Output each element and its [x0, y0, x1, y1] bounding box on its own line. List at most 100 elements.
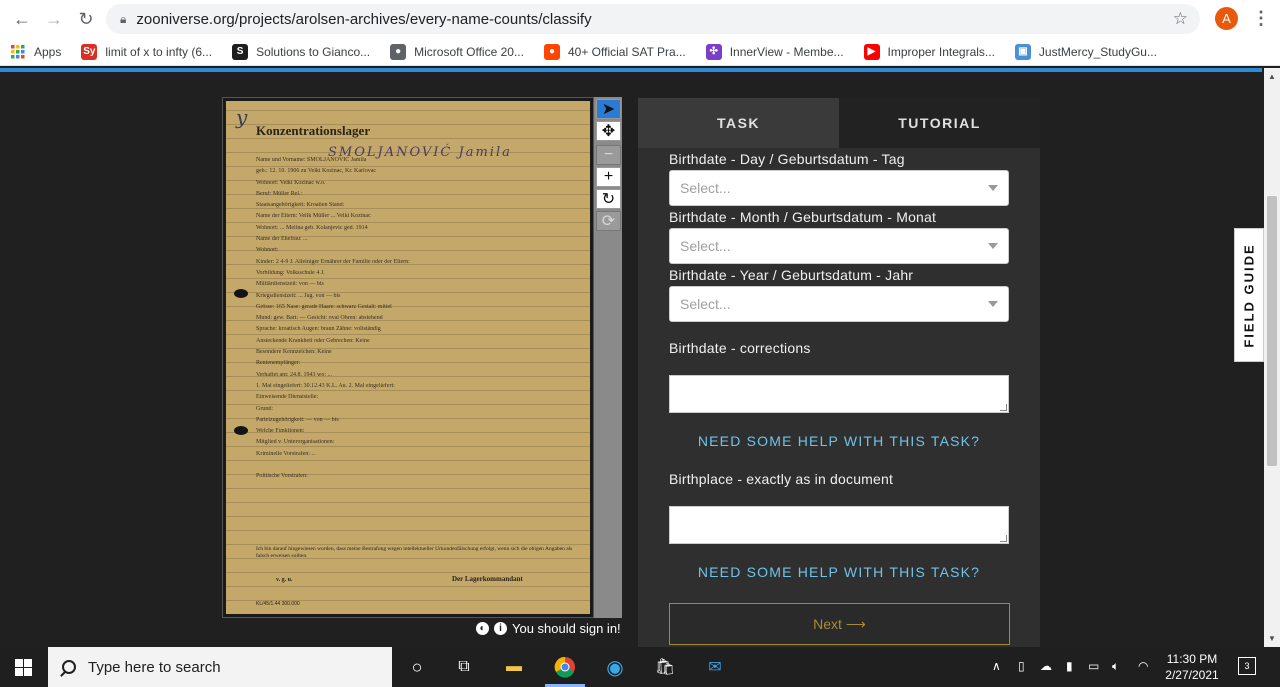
info-icon[interactable]: i: [494, 622, 507, 635]
document-icon: ▣: [1014, 43, 1031, 60]
resize-grip-icon[interactable]: [1000, 535, 1007, 542]
profile-avatar[interactable]: A: [1215, 7, 1238, 30]
usb-icon[interactable]: ▮: [1066, 659, 1073, 673]
cortana-icon[interactable]: ○: [405, 655, 429, 679]
select-placeholder: Select...: [680, 296, 731, 312]
bookmark-label: InnerView - Membe...: [729, 44, 844, 59]
scroll-down-icon[interactable]: ▼: [1268, 634, 1276, 643]
bookmark-item[interactable]: ▶ Improper Integrals...: [863, 43, 995, 60]
doc-field-line: Sprache: kroatisch Augen: braun Zähne: v…: [256, 326, 381, 333]
tab-task[interactable]: TASK: [638, 98, 839, 148]
apps-grid-icon: [10, 44, 26, 60]
address-bar[interactable]: 🔒︎ zooniverse.org/projects/arolsen-archi…: [106, 4, 1200, 34]
bookmark-item[interactable]: ● Microsoft Office 20...: [390, 43, 524, 60]
bookmark-item[interactable]: ✣ InnerView - Membe...: [705, 43, 844, 60]
clock-date: 2/27/2021: [1165, 668, 1219, 682]
reload-icon[interactable]: ↻: [72, 5, 100, 33]
select-placeholder: Select...: [680, 180, 731, 196]
taskbar-search-placeholder: Type here to search: [88, 658, 221, 676]
resize-grip-icon[interactable]: [1000, 404, 1007, 411]
doc-field-line: Besondere Kennzeichen: Keine: [256, 349, 332, 356]
search-icon: [62, 660, 76, 674]
bookmark-item[interactable]: S Solutions to Gianco...: [232, 43, 370, 60]
tab-tutorial[interactable]: TUTORIAL: [839, 98, 1040, 148]
doc-field-lines: Name und Vorname: SMOLJANOVIĆ Jamila geb.…: [256, 157, 576, 485]
bookmark-label: JustMercy_StudyGu...: [1038, 44, 1157, 59]
bookmark-label: 40+ Official SAT Pra...: [567, 44, 686, 59]
help-link[interactable]: NEED SOME HELP WITH THIS TASK?: [638, 433, 1040, 449]
document-image[interactable]: y Konzentrationslager SMOLJANOVIĆ Jamila…: [226, 101, 590, 614]
store-icon[interactable]: 🛍︎: [653, 655, 677, 679]
bookmark-label: limit of x to infty (6...: [105, 44, 213, 59]
battery-icon[interactable]: ▭: [1088, 659, 1099, 673]
menu-kebab-icon[interactable]: ⋮: [1252, 8, 1270, 29]
forward-arrow-icon[interactable]: →: [40, 5, 68, 33]
birthplace-label: Birthplace - exactly as in document: [669, 471, 894, 487]
zoom-out-icon[interactable]: −: [596, 145, 621, 165]
task-view-icon[interactable]: ⧉: [452, 655, 476, 679]
doc-field-line: Rentenempfänger:: [256, 360, 301, 367]
chevron-down-icon: [988, 185, 998, 191]
birthdate-corrections-input[interactable]: [669, 375, 1009, 413]
field-guide-tab[interactable]: FIELD GUIDE: [1234, 228, 1264, 362]
file-explorer-icon[interactable]: ▬: [502, 655, 526, 679]
bookmark-item[interactable]: Sy limit of x to infty (6...: [81, 43, 213, 60]
tray-chevron-icon[interactable]: ∧: [992, 659, 1001, 673]
browser-toolbar: ← → ↻ 🔒︎ zooniverse.org/projects/arolsen…: [0, 0, 1280, 38]
onedrive-icon[interactable]: ☁: [1040, 659, 1052, 673]
bookmark-star-icon[interactable]: ☆: [1173, 9, 1188, 29]
edge-icon[interactable]: ◉: [603, 655, 627, 679]
doc-field-line: [256, 462, 576, 472]
doc-field-line: Militärdienstzeit: von — bis: [256, 281, 324, 288]
back-arrow-icon[interactable]: ←: [8, 5, 36, 33]
doc-footer-text: Ich bin darauf hingewiesen worden, dass …: [256, 546, 573, 559]
move-tool-icon[interactable]: ✥: [596, 121, 621, 141]
tray-device-icon[interactable]: ▯: [1018, 659, 1025, 673]
subject-viewer[interactable]: y Konzentrationslager SMOLJANOVIĆ Jamila…: [222, 97, 594, 618]
bookmark-label: Improper Integrals...: [887, 44, 995, 59]
chevron-down-icon: [988, 243, 998, 249]
scroll-thumb[interactable]: [1267, 196, 1277, 466]
page-scrollbar[interactable]: ▲ ▼: [1264, 68, 1280, 647]
birthdate-year-select[interactable]: Select...: [669, 286, 1009, 322]
bookmark-label: Microsoft Office 20...: [414, 44, 524, 59]
wifi-icon[interactable]: ◠: [1138, 659, 1148, 673]
reset-view-icon[interactable]: ⟳: [596, 211, 621, 231]
volume-icon[interactable]: 🔈︎: [1112, 659, 1119, 674]
bookmark-item[interactable]: ● 40+ Official SAT Pra...: [543, 43, 686, 60]
chevron-down-icon: [988, 301, 998, 307]
mail-icon[interactable]: ✉: [703, 655, 727, 679]
birthplace-input[interactable]: [669, 506, 1009, 544]
birthdate-day-select[interactable]: Select...: [669, 170, 1009, 206]
doc-field-line: Grund:: [256, 405, 273, 412]
birthdate-month-select[interactable]: Select...: [669, 228, 1009, 264]
bookmark-label: Apps: [34, 44, 62, 59]
system-clock[interactable]: 11:30 PM 2/27/2021: [1160, 651, 1224, 683]
bookmark-item[interactable]: Apps: [10, 44, 61, 60]
doc-field-line: Wohnort:: [256, 247, 279, 254]
taskbar-search[interactable]: Type here to search: [48, 647, 392, 687]
rotate-icon[interactable]: ↻: [596, 189, 621, 209]
help-link[interactable]: NEED SOME HELP WITH THIS TASK?: [638, 564, 1040, 580]
doc-commandant: Der Lagerkommandant: [452, 575, 523, 583]
doc-field-line: Grösse: 165 Nase: gerade Haare: schwarz …: [256, 303, 392, 310]
contrast-icon[interactable]: ◐: [476, 622, 489, 635]
windows-start-icon[interactable]: [15, 659, 32, 676]
scroll-up-icon[interactable]: ▲: [1268, 72, 1276, 81]
doc-field-line: Kriegsdienstzeit: ... Jug. von — bis: [256, 292, 341, 299]
bookmark-item[interactable]: ▣ JustMercy_StudyGu...: [1014, 43, 1157, 60]
pointer-tool-icon[interactable]: ➤: [596, 99, 621, 119]
doc-punch-hole: [234, 289, 248, 298]
notifications-icon[interactable]: 3: [1238, 657, 1256, 675]
sign-in-notice[interactable]: ◐ i You should sign in!: [476, 621, 621, 636]
chrome-icon[interactable]: [553, 655, 577, 679]
reddit-icon: ●: [543, 43, 560, 60]
innerview-icon: ✣: [705, 43, 722, 60]
next-button[interactable]: Next ⟶: [669, 603, 1010, 645]
doc-form-code: KL/45/1.44 300.000: [256, 601, 300, 607]
zoom-in-icon[interactable]: +: [596, 167, 621, 187]
doc-field-line: Parteizugehörigkeit: — von — bis: [256, 416, 339, 423]
doc-field-line: Einweisende Dienststelle:: [256, 394, 319, 401]
doc-field-line: Name der Eltern: Vellk Müller ... Velki …: [256, 213, 371, 220]
doc-field-line: Mitglied v. Unterorganisationen:: [256, 439, 335, 446]
